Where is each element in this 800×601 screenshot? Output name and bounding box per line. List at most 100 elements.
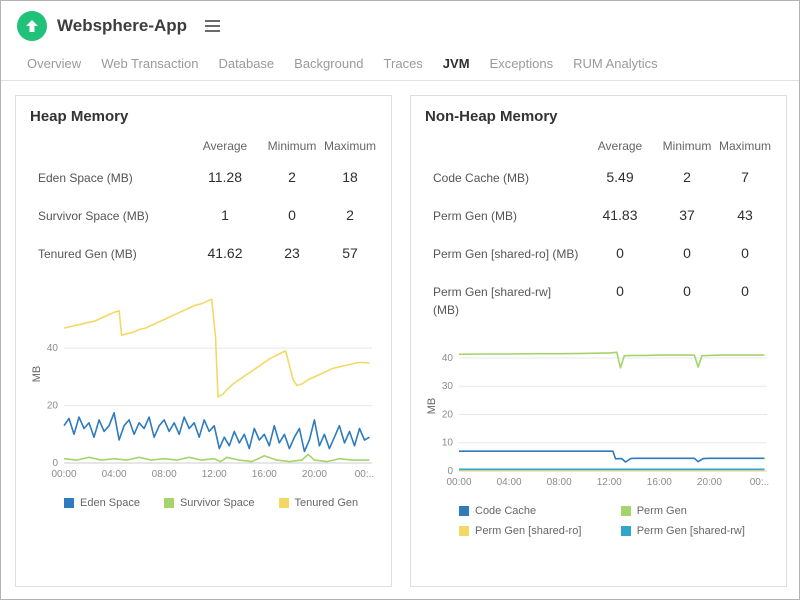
- legend-label: Perm Gen [shared-ro]: [475, 525, 582, 537]
- legend-item: Eden Space: [64, 497, 140, 509]
- svg-text:30: 30: [442, 381, 454, 392]
- svg-text:00:..: 00:..: [355, 469, 374, 480]
- legend-swatch-icon: [620, 506, 631, 516]
- column-header-minimum: Minimum: [662, 139, 712, 153]
- metric-value: 2: [288, 169, 296, 185]
- legend-swatch-icon: [163, 498, 174, 508]
- metric-label: Perm Gen (MB): [433, 209, 518, 223]
- svg-text:20: 20: [442, 409, 454, 420]
- metric-value: 37: [679, 207, 695, 223]
- metric-label: Perm Gen [shared-rw] (MB): [433, 285, 552, 317]
- legend-item: Perm Gen: [620, 505, 759, 517]
- metric-label: Perm Gen [shared-ro] (MB): [433, 247, 579, 261]
- metric-value: 11.28: [208, 169, 242, 185]
- legend-label: Perm Gen [shared-rw]: [636, 525, 745, 537]
- svg-text:04:00: 04:00: [497, 477, 522, 488]
- svg-text:20: 20: [47, 401, 59, 412]
- metric-value: 2: [346, 207, 354, 223]
- legend-label: Tenured Gen: [294, 497, 359, 509]
- svg-text:MB: MB: [31, 366, 43, 383]
- svg-text:08:00: 08:00: [547, 477, 572, 488]
- hamburger-menu-icon[interactable]: [205, 17, 221, 35]
- svg-text:0: 0: [447, 466, 453, 477]
- metric-value: 0: [288, 207, 296, 223]
- metric-value: 18: [342, 169, 358, 185]
- legend-item: Tenured Gen: [278, 497, 359, 509]
- legend-swatch-icon: [459, 506, 469, 516]
- column-header-average: Average: [202, 139, 248, 153]
- non-heap-memory-table: Average Minimum Maximum Code Cache (MB) …: [425, 133, 772, 329]
- legend-item: Perm Gen [shared-ro]: [459, 525, 597, 537]
- svg-text:MB: MB: [426, 398, 438, 415]
- non-heap-memory-panel: Non-Heap Memory Average Minimum Maximum …: [410, 95, 787, 587]
- metric-value: 0: [683, 283, 691, 299]
- svg-text:04:00: 04:00: [102, 469, 127, 480]
- legend-swatch-icon: [459, 526, 469, 536]
- svg-text:20:00: 20:00: [302, 469, 327, 480]
- heap-memory-panel: Heap Memory Average Minimum Maximum Eden…: [15, 95, 392, 587]
- metric-label: Survivor Space (MB): [38, 209, 149, 223]
- non-heap-memory-chart: 0 10 20 30 40 00:00 04:00 08:00 12:00 16:00 20:00 0…: [426, 351, 769, 488]
- svg-text:10: 10: [442, 438, 454, 449]
- column-header-maximum: Maximum: [718, 139, 771, 153]
- metric-label: Tenured Gen (MB): [38, 247, 137, 261]
- svg-text:16:00: 16:00: [252, 469, 277, 480]
- app-title: Websphere-App: [57, 16, 188, 35]
- metric-value: 0: [616, 283, 624, 299]
- svg-text:16:00: 16:00: [647, 477, 672, 488]
- tab-rum-analytics[interactable]: RUM Analytics: [563, 47, 668, 80]
- svg-text:0: 0: [52, 458, 58, 469]
- metric-value: 5.49: [606, 169, 634, 185]
- tab-web-transaction[interactable]: Web Transaction: [91, 47, 208, 80]
- app-status-up-arrow-icon: [17, 11, 47, 41]
- metric-value: 0: [741, 245, 749, 261]
- svg-text:20:00: 20:00: [697, 477, 722, 488]
- svg-text:12:00: 12:00: [202, 469, 227, 480]
- metric-value: 23: [284, 245, 300, 261]
- metric-value: 41.62: [207, 245, 243, 261]
- tab-exceptions[interactable]: Exceptions: [480, 47, 564, 80]
- column-header-maximum: Maximum: [323, 139, 376, 153]
- metric-value: 41.83: [602, 207, 638, 223]
- tab-overview[interactable]: Overview: [17, 47, 91, 80]
- dashboard-content: Heap Memory Average Minimum Maximum Eden…: [1, 81, 799, 601]
- svg-text:40: 40: [442, 353, 454, 364]
- svg-text:40: 40: [47, 343, 59, 354]
- column-header-average: Average: [597, 139, 643, 153]
- metric-label: Code Cache (MB): [433, 171, 530, 185]
- metric-value: 0: [616, 245, 624, 261]
- heap-memory-legend: Eden Space Survivor Space Tenured Gen: [30, 497, 377, 509]
- metric-value: 0: [683, 245, 691, 261]
- legend-label: Code Cache: [475, 505, 537, 517]
- legend-swatch-icon: [64, 498, 74, 508]
- tab-traces[interactable]: Traces: [374, 47, 433, 80]
- svg-text:00:00: 00:00: [446, 477, 471, 488]
- metric-label: Eden Space (MB): [38, 171, 133, 185]
- svg-text:00:00: 00:00: [51, 469, 76, 480]
- metric-value: 2: [683, 169, 691, 185]
- legend-item: Survivor Space: [163, 497, 255, 509]
- heap-memory-chart: 0 20 40 00:00 04:00 08:00 12:00 16:00 20:00 00:..…: [31, 298, 374, 480]
- tab-background[interactable]: Background: [284, 47, 373, 80]
- tab-jvm[interactable]: JVM: [433, 47, 480, 80]
- svg-text:08:00: 08:00: [152, 469, 177, 480]
- column-header-minimum: Minimum: [267, 139, 317, 153]
- legend-label: Survivor Space: [179, 497, 255, 509]
- tab-bar: Overview Web Transaction Database Backgr…: [1, 45, 799, 81]
- svg-text:00:..: 00:..: [750, 477, 769, 488]
- metric-value: 1: [221, 207, 229, 223]
- spacer-cell: [425, 133, 584, 145]
- tab-database[interactable]: Database: [209, 47, 285, 80]
- legend-swatch-icon: [620, 526, 631, 536]
- spacer-cell: [30, 133, 189, 145]
- svg-text:12:00: 12:00: [597, 477, 622, 488]
- app-window: Websphere-App Overview Web Transaction D…: [0, 0, 800, 600]
- legend-item: Perm Gen [shared-rw]: [620, 525, 759, 537]
- panel-title: Non-Heap Memory: [425, 108, 558, 125]
- metric-value: 57: [342, 245, 358, 261]
- legend-label: Eden Space: [80, 497, 140, 509]
- legend-swatch-icon: [278, 498, 289, 508]
- heap-memory-table: Average Minimum Maximum Eden Space (MB) …: [30, 133, 377, 273]
- app-header: Websphere-App: [1, 1, 799, 45]
- panel-title: Heap Memory: [30, 108, 129, 125]
